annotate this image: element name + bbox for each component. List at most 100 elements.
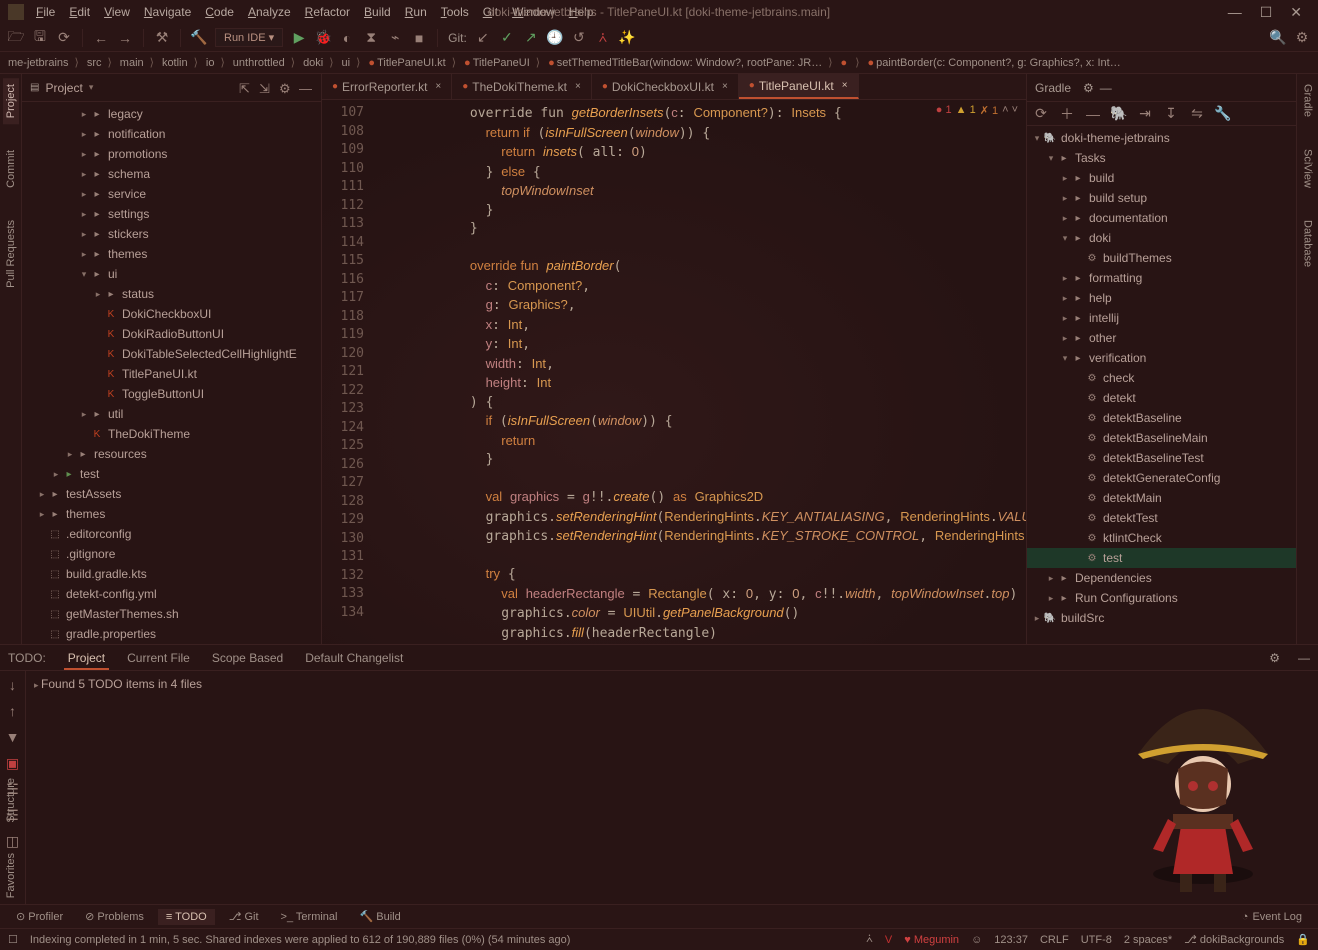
gradle-node[interactable]: 🐘buildSrc [1027, 608, 1296, 628]
gradle-node[interactable]: ▸formatting [1027, 268, 1296, 288]
tree-node[interactable]: ▸settings [22, 204, 321, 224]
close-tab-icon[interactable]: × [435, 81, 441, 92]
tree-node[interactable]: ▸test [22, 464, 321, 484]
breadcrumb-item[interactable]: ●paintBorder(c: Component?, g: Graphics?… [864, 56, 1131, 70]
breadcrumb-item[interactable]: ui [338, 55, 365, 70]
git-history-icon[interactable]: 🕘 [547, 30, 563, 46]
tool-window-problems[interactable]: ⊘ Problems [77, 908, 152, 925]
tree-node[interactable]: ⬚.gitignore [22, 544, 321, 564]
menu-edit[interactable]: Edit [63, 3, 96, 21]
breadcrumb-item[interactable]: me-jetbrains [4, 55, 83, 70]
hide-icon[interactable]: — [1100, 81, 1112, 95]
offline-icon[interactable]: ⇋ [1189, 106, 1205, 122]
remove-icon[interactable]: — [1085, 106, 1101, 122]
tree-node[interactable]: KToggleButtonUI [22, 384, 321, 404]
left-tab-pull-requests[interactable]: Pull Requests [3, 214, 19, 294]
minimize-icon[interactable]: — [1228, 4, 1242, 21]
tw-toggle-icon[interactable]: ☐ [8, 933, 18, 946]
link-icon[interactable]: ↧ [1163, 106, 1179, 122]
gradle-node[interactable]: ▸documentation [1027, 208, 1296, 228]
gradle-node[interactable]: ▸build [1027, 168, 1296, 188]
breadcrumb-item[interactable]: doki [299, 55, 337, 70]
tree-node[interactable]: ⬚gradle.properties [22, 624, 321, 644]
tree-node[interactable]: ▸util [22, 404, 321, 424]
forward-icon[interactable]: → [117, 30, 133, 46]
sync-icon[interactable]: ⟳ [56, 30, 72, 46]
git-commit-icon[interactable]: ✓ [499, 30, 515, 46]
add-icon[interactable]: ＋ [1059, 106, 1075, 122]
git-rollback-icon[interactable]: ↺ [571, 30, 587, 46]
theme-v-icon[interactable]: V [885, 934, 892, 946]
tree-node[interactable]: ▸resources [22, 444, 321, 464]
tree-node[interactable]: ▸ui [22, 264, 321, 284]
tree-node[interactable]: KTitlePaneUI.kt [22, 364, 321, 384]
gradle-node[interactable]: ⚙detektTest [1027, 508, 1296, 528]
tree-node[interactable]: ▸schema [22, 164, 321, 184]
gradle-node[interactable]: ⚙ktlintCheck [1027, 528, 1296, 548]
gradle-node[interactable]: ⚙detektGenerateConfig [1027, 468, 1296, 488]
attach-icon[interactable]: ⌁ [387, 30, 403, 46]
menu-refactor[interactable]: Refactor [299, 3, 356, 21]
tree-node[interactable]: ▸legacy [22, 104, 321, 124]
expand-icon[interactable]: ⇲ [259, 81, 273, 95]
settings-icon[interactable]: ⚙ [1294, 30, 1310, 46]
gradle-node[interactable]: 🐘doki-theme-jetbrains [1027, 128, 1296, 148]
menu-build[interactable]: Build [358, 3, 397, 21]
breadcrumb-item[interactable]: ●TitlePaneUI.kt [364, 55, 460, 70]
ai-status-icon[interactable]: ⩑ [866, 933, 873, 946]
tree-node[interactable]: ▸service [22, 184, 321, 204]
preview-icon[interactable]: ▣ [5, 755, 21, 771]
editor-tab[interactable]: ●TitlePaneUI.kt× [739, 74, 859, 99]
tree-node[interactable]: ▸themes [22, 504, 321, 524]
run-icon[interactable]: ▶ [291, 30, 307, 46]
tree-node[interactable]: ⬚detekt-config.yml [22, 584, 321, 604]
editor-tab[interactable]: ●ErrorReporter.kt× [322, 74, 452, 99]
coverage-icon[interactable]: ◐ [339, 30, 355, 46]
left-tab-project[interactable]: Project [3, 78, 19, 124]
left-tab-commit[interactable]: Commit [3, 144, 19, 194]
close-icon[interactable]: ✕ [1290, 4, 1302, 21]
error-badge[interactable]: ● 1 [936, 104, 952, 117]
tree-node[interactable]: ▸promotions [22, 144, 321, 164]
right-tab-gradle[interactable]: Gradle [1300, 78, 1316, 123]
breadcrumb-item[interactable]: ●setThemedTitleBar(window: Window?, root… [544, 55, 836, 70]
hide-icon[interactable]: — [299, 81, 313, 95]
gradle-node[interactable]: ▸Tasks [1027, 148, 1296, 168]
tree-node[interactable]: KDokiCheckboxUI [22, 304, 321, 324]
gradle-node[interactable]: ▸help [1027, 288, 1296, 308]
todo-tab[interactable]: Default Changelist [301, 648, 407, 668]
git-update-icon[interactable]: ↙ [475, 30, 491, 46]
tree-node[interactable]: KDokiTableSelectedCellHighlightE [22, 344, 321, 364]
tool-window-terminal[interactable]: >_ Terminal [273, 909, 346, 925]
right-tab-database[interactable]: Database [1300, 214, 1316, 273]
tree-node[interactable]: ▸themes [22, 244, 321, 264]
gradle-node[interactable]: ▸other [1027, 328, 1296, 348]
todo-tab[interactable]: Project [64, 648, 109, 670]
run-task-icon[interactable]: ⇥ [1137, 106, 1153, 122]
debug-icon[interactable]: 🐞 [315, 30, 331, 46]
tool-window-todo[interactable]: ≡ TODO [158, 909, 215, 925]
close-tab-icon[interactable]: × [722, 81, 728, 92]
breadcrumb-item[interactable]: main [116, 55, 158, 70]
tree-node[interactable]: ▸stickers [22, 224, 321, 244]
left-tab-structure[interactable]: Structure [3, 772, 19, 829]
menu-file[interactable]: File [30, 3, 61, 21]
gear-icon[interactable]: ⚙ [279, 81, 293, 95]
magic-icon[interactable]: ✨ [619, 30, 635, 46]
gradle-node[interactable]: ⚙test [1027, 548, 1296, 568]
tool-window-build[interactable]: 🔨 Build [351, 908, 408, 925]
breadcrumb-item[interactable]: kotlin [158, 55, 202, 70]
menu-analyze[interactable]: Analyze [242, 3, 297, 21]
gradle-node[interactable]: ⚙detektMain [1027, 488, 1296, 508]
search-icon[interactable]: 🔍 [1270, 30, 1286, 46]
gradle-node[interactable]: ▸intellij [1027, 308, 1296, 328]
gradle-node[interactable]: ⚙detektBaselineMain [1027, 428, 1296, 448]
indent[interactable]: 2 spaces* [1124, 934, 1172, 946]
tree-node[interactable]: KDokiRadioButtonUI [22, 324, 321, 344]
filter-icon[interactable]: ▼ [5, 729, 21, 745]
breadcrumb-item[interactable]: io [202, 55, 229, 70]
gradle-node[interactable]: ⚙buildThemes [1027, 248, 1296, 268]
gradle-node[interactable]: ⚙detekt [1027, 388, 1296, 408]
elephant-icon[interactable]: 🐘 [1111, 106, 1127, 122]
wrench-icon[interactable]: 🔧 [1215, 106, 1231, 122]
